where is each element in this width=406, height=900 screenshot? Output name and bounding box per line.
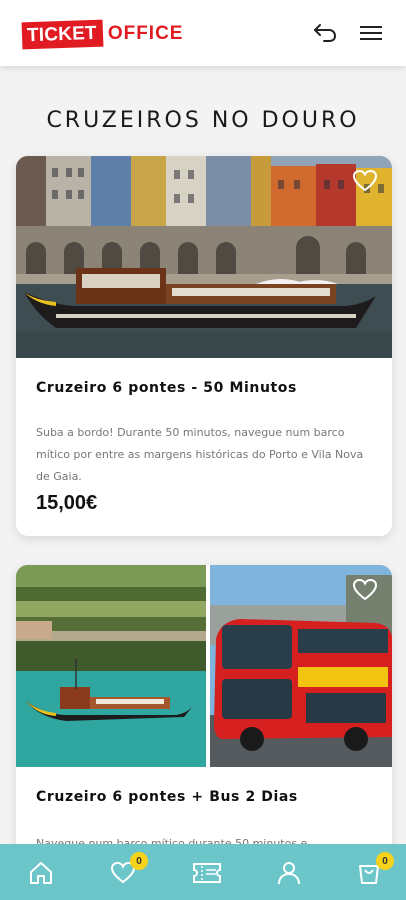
app-header: TICKET OFFICE [0,0,406,66]
page-title: CRUZEIROS NO DOURO [46,108,360,133]
nav-cart-button[interactable]: 0 [354,852,394,888]
logo-office-text: OFFICE [107,23,184,44]
product-description: Suba a bordo! Durante 50 minutos, navegu… [36,426,364,483]
heart-outline-icon [352,169,378,192]
return-arrow-icon [314,24,337,42]
bottom-navigation: 0 0 [0,844,406,900]
heart-outline-icon [352,578,378,601]
product-card[interactable]: Cruzeiro 6 pontes - 50 Minutos Suba a bo… [16,156,392,536]
ticket-office-logo[interactable]: TICKET OFFICE [21,19,184,49]
favorites-count-badge: 0 [130,852,148,870]
nav-tickets-button[interactable] [192,858,222,888]
favorite-button[interactable] [352,168,378,194]
ticket-icon [193,863,221,883]
hamburger-menu-icon [360,26,382,40]
home-icon [30,862,52,884]
logo-ticket-text: TICKET [21,19,104,49]
user-icon [278,862,300,885]
product-image-river-cruise[interactable] [16,156,392,358]
product-description: Navegue num barco mítico durante 50 minu… [36,837,308,844]
river-cruise-photo [16,156,392,358]
product-title[interactable]: Cruzeiro 6 pontes + Bus 2 Dias [36,789,298,805]
nav-home-button[interactable] [26,858,56,888]
main-content[interactable]: CRUZEIROS NO DOURO Cruzeiro 6 pontes - 5… [0,66,406,844]
menu-button[interactable] [356,18,386,48]
product-title[interactable]: Cruzeiro 6 pontes - 50 Minutos [36,380,297,396]
back-button[interactable] [310,18,340,48]
nav-account-button[interactable] [274,858,304,888]
cruise-and-bus-photo [16,565,392,767]
nav-favorites-button[interactable]: 0 [108,852,148,888]
cart-count-badge: 0 [376,852,394,870]
favorite-button[interactable] [352,577,378,603]
product-price: 15,00€ [36,492,98,514]
product-image-cruise-bus[interactable] [16,565,392,767]
product-card[interactable]: Cruzeiro 6 pontes + Bus 2 Dias Navegue n… [16,565,392,844]
